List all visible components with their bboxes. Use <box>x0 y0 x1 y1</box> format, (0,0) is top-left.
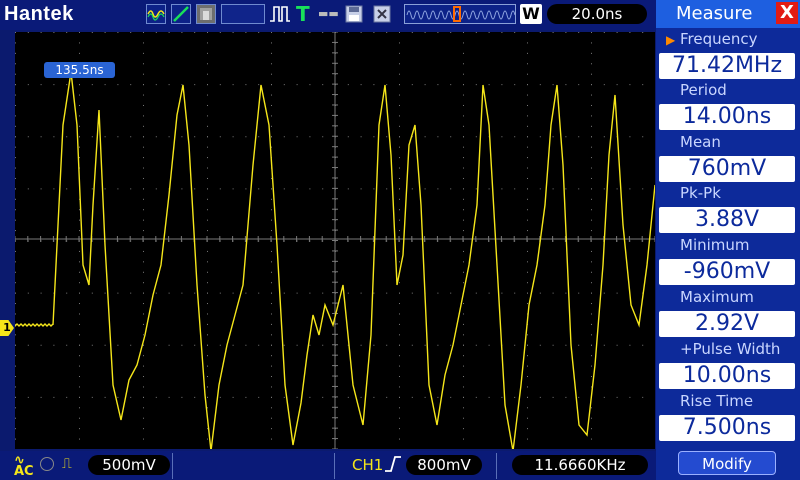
measure-header: Measure X <box>656 0 800 28</box>
measure-label-maximum: Maximum <box>680 288 754 306</box>
measure-value-period: 14.00ns <box>659 104 795 130</box>
trigger-position-badge: 135.5ns <box>44 62 115 78</box>
close-button[interactable]: X <box>776 2 798 24</box>
slope-icon[interactable] <box>171 4 191 24</box>
measure-label-pkpk: Pk-Pk <box>680 184 721 202</box>
timeline-window-marker[interactable] <box>453 6 461 22</box>
save-icon[interactable] <box>344 4 364 24</box>
measure-value-pkpk: 3.88V <box>659 207 795 233</box>
trigger-level-readout[interactable]: 800mV <box>406 455 482 475</box>
timebase-readout[interactable]: 20.0ns <box>547 4 647 24</box>
gray-icon[interactable] <box>196 4 216 24</box>
measure-label-pulse-width: +Pulse Width <box>680 340 781 358</box>
waveform-canvas <box>15 32 655 449</box>
measure-value-rise-time: 7.500ns <box>659 415 795 441</box>
coupling-label: AC <box>14 464 34 479</box>
measure-label-frequency: Frequency <box>680 30 758 48</box>
measure-title: Measure <box>676 3 753 24</box>
ch1-volts-div[interactable]: 500mV <box>88 455 170 475</box>
divider <box>172 453 173 479</box>
measure-value-pulse-width: 10.00ns <box>659 363 795 389</box>
status-box <box>221 4 265 24</box>
mode-indicator[interactable]: W <box>520 4 542 24</box>
brand-logo: Hantek <box>4 3 74 25</box>
measure-value-maximum: 2.92V <box>659 311 795 337</box>
memory-timeline[interactable] <box>404 4 516 24</box>
grid <box>15 32 655 449</box>
measure-label-period: Period <box>680 81 727 99</box>
waveform-display[interactable]: 135.5ns <box>15 32 670 449</box>
trigger-source[interactable]: CH1 <box>352 456 383 474</box>
bottom-status-bar: ∿ AC ⎍ 500mV CH1 800mV 11.6660KHz <box>0 451 656 480</box>
measure-value-frequency: 71.42MHz <box>659 53 795 79</box>
waveform-icon[interactable] <box>146 4 166 24</box>
top-toolbar: Hantek T ▬▬ W 20.0ns <box>0 0 656 30</box>
measure-label-mean: Mean <box>680 133 721 151</box>
modify-button[interactable]: Modify <box>678 451 776 475</box>
selected-arrow-icon: ▶ <box>666 33 676 47</box>
trigger-T-icon[interactable]: T <box>296 4 316 24</box>
measure-panel: Measure X ▶ Frequency 71.42MHz Period 14… <box>656 0 800 480</box>
divider <box>334 453 335 479</box>
frequency-counter: 11.6660KHz <box>512 455 648 475</box>
measure-value-mean: 760mV <box>659 156 795 182</box>
dash-icon: ▬▬ <box>318 7 339 20</box>
measure-label-rise-time: Rise Time <box>680 392 754 410</box>
close-icon[interactable] <box>372 4 392 24</box>
ac-coupling-icon[interactable]: ∿ AC <box>14 454 34 479</box>
ch1-ground-marker[interactable]: 1 <box>0 320 14 336</box>
measure-value-minimum: -960mV <box>659 259 795 285</box>
rising-edge-icon[interactable] <box>384 454 402 479</box>
measure-label-minimum: Minimum <box>680 236 750 254</box>
bandwidth-limit-icon[interactable] <box>40 457 54 471</box>
pulse-icon[interactable] <box>269 4 290 24</box>
divider <box>496 453 497 479</box>
invert-icon[interactable]: ⎍ <box>62 456 72 472</box>
